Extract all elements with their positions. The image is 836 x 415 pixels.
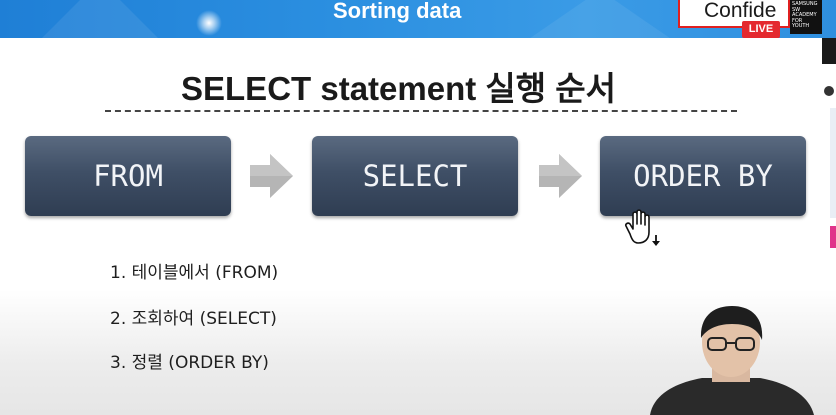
step-from: FROM: [25, 136, 231, 216]
banner-title: Sorting data: [333, 0, 462, 23]
step-label: FROM: [93, 159, 163, 193]
list-item: 1. 테이블에서 (FROM): [110, 263, 279, 283]
step-select: SELECT: [312, 136, 518, 216]
step-label: SELECT: [362, 159, 468, 193]
step-label: ORDER BY: [633, 159, 773, 193]
right-arrow-icon: [539, 154, 582, 198]
live-badge: LIVE: [742, 21, 780, 38]
side-panel-icon: [824, 86, 834, 96]
list-item: 3. 정렬 (ORDER BY): [110, 353, 269, 373]
side-panel-accent: [830, 226, 836, 248]
banner-decoration: [40, 0, 160, 38]
confidential-label: Confide: [704, 0, 777, 22]
list-item: 2. 조회하여 (SELECT): [110, 309, 277, 329]
title-divider: [105, 110, 737, 112]
right-arrow-icon: [250, 154, 293, 198]
hand-cursor-icon: [625, 209, 660, 246]
side-panel-bar: [830, 108, 836, 218]
banner-decoration: [520, 0, 680, 38]
banner-glow: [196, 10, 222, 36]
slide-title: SELECT statement 실행 순서: [181, 70, 617, 107]
step-order-by: ORDER BY: [600, 136, 806, 216]
presenter-video: [650, 306, 814, 415]
side-panel-header: [822, 38, 836, 64]
academy-logo: SAMSUNG SW ACADEMY FOR YOUTH: [790, 0, 822, 34]
